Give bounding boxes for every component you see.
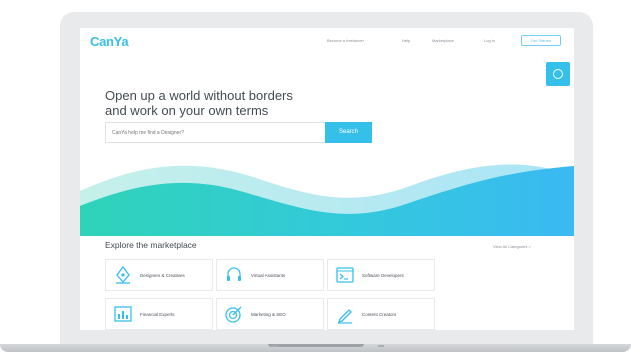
hero-title: Open up a world without borders and work… [105, 88, 365, 118]
category-label: Marketing & SEO [251, 312, 286, 317]
nav-link-login[interactable]: Log in [484, 38, 495, 43]
category-label: Virtual Assistants [251, 273, 286, 278]
category-label: Financial Experts [140, 312, 175, 317]
headset-icon [227, 267, 241, 281]
hero-title-line-2: and work on your own terms [105, 103, 269, 118]
pencil-icon [337, 309, 352, 324]
category-label: Designers & Creatives [140, 273, 185, 278]
marketplace-title: Explore the marketplace [105, 240, 197, 250]
nav-link-become-freelancer[interactable]: Become a freelancer [327, 38, 364, 43]
laptop-base-mark [272, 345, 278, 347]
category-card-designers[interactable]: Designers & Creatives [105, 259, 213, 291]
chat-icon [553, 69, 563, 79]
chat-button[interactable] [546, 62, 570, 86]
category-card-marketing-seo[interactable]: Marketing & SEO [216, 298, 324, 330]
category-card-virtual-assistants[interactable]: Virtual Assistants [216, 259, 324, 291]
target-icon [225, 306, 242, 323]
pen-tool-icon [116, 265, 130, 284]
view-all-categories-link[interactable]: View All Categories > [493, 244, 531, 249]
nav-link-marketplace[interactable]: Marketplace [432, 38, 454, 43]
category-label: Software Developers [362, 273, 404, 278]
terminal-icon [336, 267, 354, 283]
get-started-button[interactable]: Get Started [521, 35, 561, 46]
chart-icon [114, 306, 132, 322]
search-input[interactable] [105, 122, 325, 143]
category-card-content-creators[interactable]: Content Creators [327, 298, 435, 330]
category-label: Content Creators [362, 312, 397, 317]
canya-logo[interactable]: CanYa [90, 34, 129, 49]
hero-title-line-1: Open up a world without borders [105, 88, 293, 103]
laptop-hinge-notch [268, 344, 364, 347]
laptop-base-mark [378, 345, 384, 347]
hero-wave-decoration [80, 164, 574, 236]
search-button[interactable]: Search [325, 122, 372, 143]
nav-link-help[interactable]: Help [402, 38, 410, 43]
category-card-software-developers[interactable]: Software Developers [327, 259, 435, 291]
browser-screen: CanYa Become a freelancer Help Marketpla… [80, 28, 574, 330]
category-card-financial-experts[interactable]: Financial Experts [105, 298, 213, 330]
